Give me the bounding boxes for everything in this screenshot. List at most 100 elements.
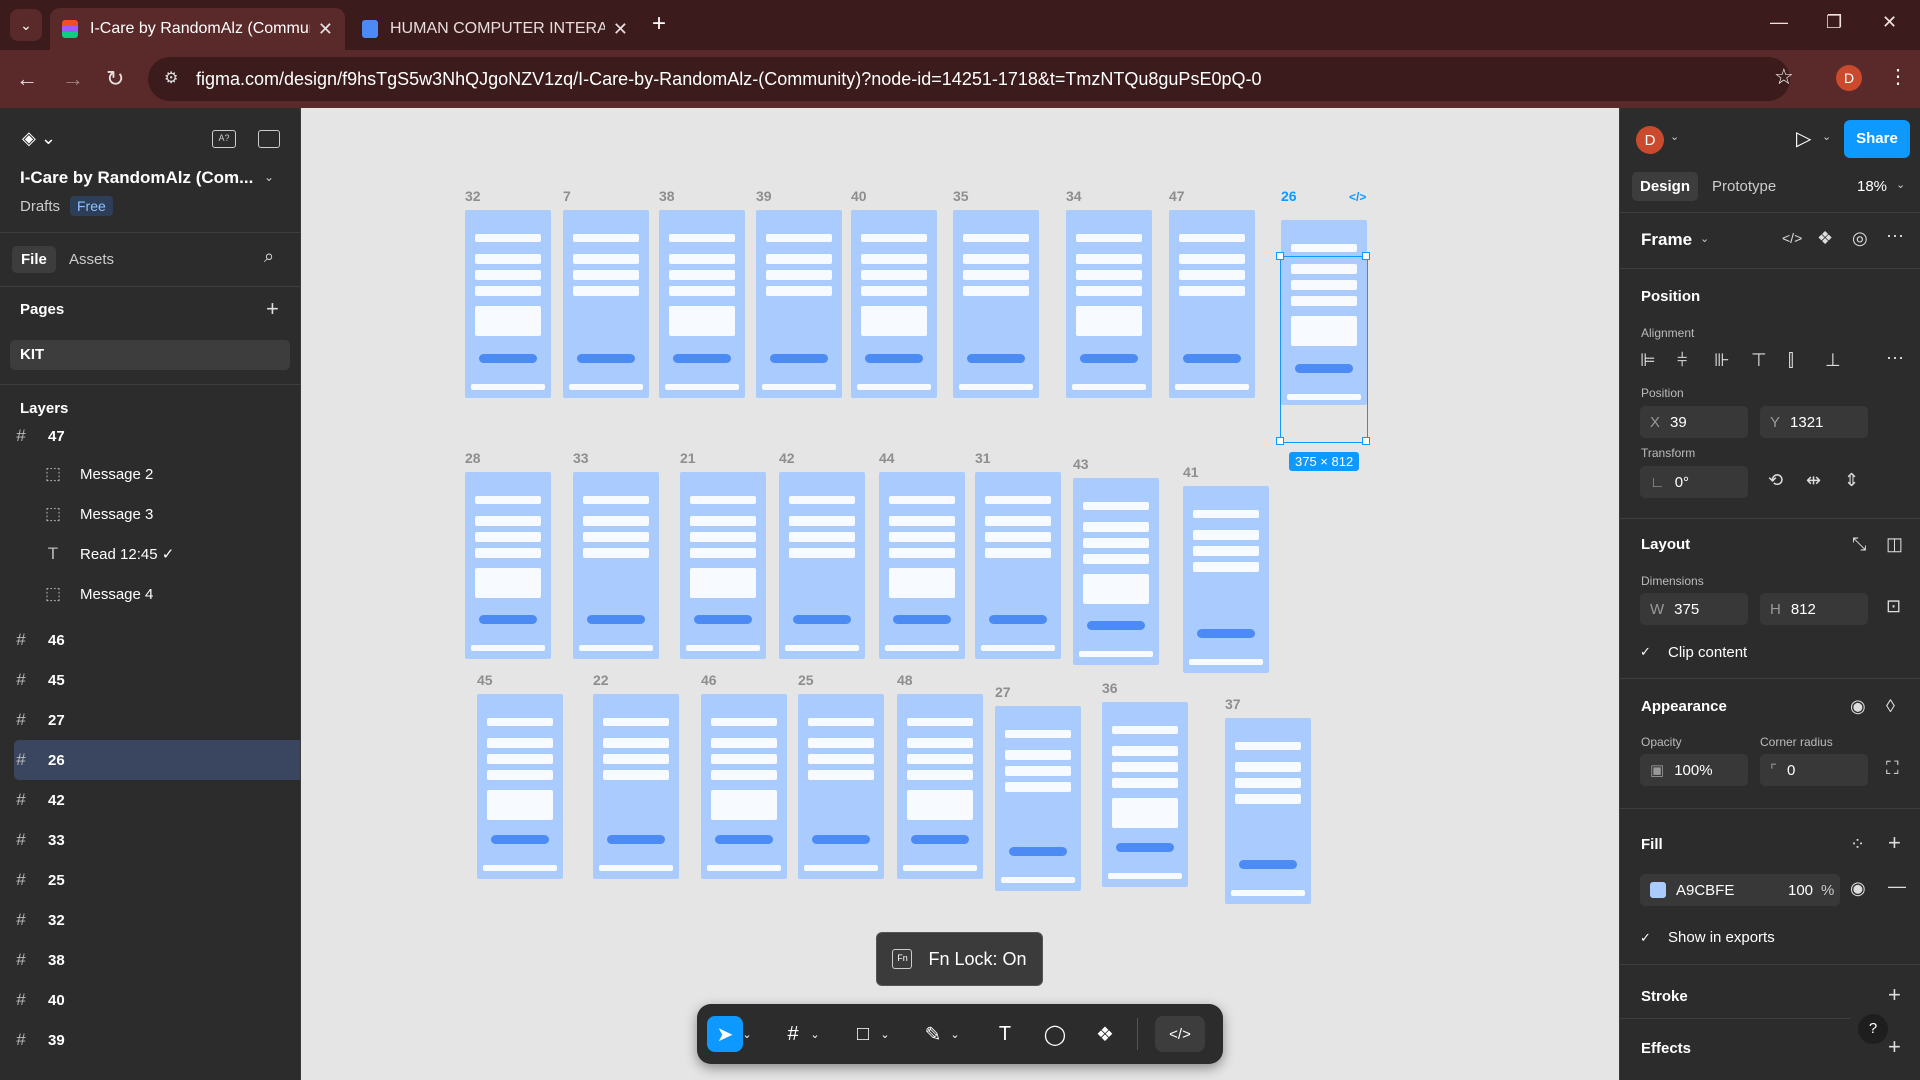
frame-label[interactable]: 42 — [779, 450, 795, 466]
sidebar-toggle-icon[interactable] — [258, 130, 280, 148]
present-chevron-icon[interactable]: ⌄ — [1822, 130, 1831, 143]
align-bottom-icon[interactable]: ⊥ — [1825, 350, 1841, 371]
flip-horizontal-icon[interactable]: ⇹ — [1806, 470, 1821, 491]
actions-tool-icon[interactable]: ❖ — [1087, 1016, 1123, 1052]
frame-label[interactable]: 48 — [897, 672, 913, 688]
page-item-kit[interactable]: KIT — [10, 340, 290, 370]
resize-to-fit-icon[interactable]: ⤡ — [1852, 534, 1866, 555]
screen-frame[interactable] — [701, 694, 787, 879]
screen-frame[interactable] — [477, 694, 563, 879]
screen-frame[interactable] — [573, 472, 659, 659]
move-tool-icon[interactable]: ➤ — [707, 1016, 743, 1052]
drafts-label[interactable]: Drafts — [20, 198, 60, 215]
browser-menu-icon[interactable]: ⋮ — [1888, 64, 1908, 89]
forward-icon[interactable]: → — [62, 66, 84, 92]
zoom-chevron-icon[interactable]: ⌄ — [1896, 178, 1905, 191]
frame-label[interactable]: 28 — [465, 450, 481, 466]
screen-frame[interactable] — [659, 210, 745, 398]
frame-label[interactable]: 46 — [701, 672, 717, 688]
file-menu-chevron-icon[interactable]: ⌄ — [264, 170, 274, 184]
screen-frame[interactable] — [1102, 702, 1188, 887]
file-title[interactable]: I-Care by RandomAlz (Com... — [20, 168, 253, 188]
address-bar[interactable]: ⚙ figma.com/design/f9hsTgS5w3NhQJgoNZV1z… — [148, 57, 1790, 101]
help-button[interactable]: ? — [1858, 1014, 1888, 1044]
screen-frame[interactable] — [1225, 718, 1311, 904]
frame-label[interactable]: 31 — [975, 450, 991, 466]
shape-tool-chevron-icon[interactable]: ⌄ — [877, 1016, 893, 1052]
visibility-eye-icon[interactable]: ◉ — [1850, 696, 1866, 717]
resize-handle[interactable] — [1276, 252, 1284, 260]
constrain-proportions-icon[interactable]: ⊡ — [1886, 596, 1901, 617]
close-window-icon[interactable]: ✕ — [1882, 12, 1897, 33]
screen-frame[interactable] — [563, 210, 649, 398]
screen-frame[interactable] — [756, 210, 842, 398]
height-field[interactable]: H 812 — [1760, 593, 1868, 625]
show-in-exports-checkbox[interactable]: ✓ — [1640, 930, 1651, 946]
independent-corners-icon[interactable]: ⛶ — [1886, 758, 1899, 779]
fill-row[interactable]: A9CBFE 100 % — [1640, 874, 1840, 906]
text-tool-icon[interactable]: T — [987, 1016, 1023, 1052]
screen-frame[interactable] — [593, 694, 679, 879]
frame-label[interactable]: 7 — [563, 188, 571, 204]
frame-label[interactable]: 21 — [680, 450, 696, 466]
layer-item[interactable]: #39 — [0, 1020, 300, 1060]
rotate-90-icon[interactable]: ⟲ — [1768, 470, 1783, 491]
rotation-field[interactable]: ∟ 0° — [1640, 466, 1748, 498]
site-info-icon[interactable]: ⚙ — [164, 57, 178, 101]
frame-code-icon[interactable]: </> — [1349, 190, 1366, 204]
screen-frame[interactable] — [1169, 210, 1255, 398]
tab-list-button[interactable]: ⌄ — [10, 9, 42, 41]
frame-label[interactable]: 43 — [1073, 456, 1089, 472]
layer-item[interactable]: ⬚ Message 4 — [0, 574, 300, 614]
rectangle-tool-icon[interactable]: □ — [845, 1016, 881, 1052]
screen-frame[interactable] — [1183, 486, 1269, 673]
align-center-h-icon[interactable]: ⫩ — [1677, 350, 1687, 371]
tab-prototype[interactable]: Prototype — [1712, 178, 1776, 195]
screen-frame[interactable] — [897, 694, 983, 879]
tab-file[interactable]: File — [12, 246, 56, 273]
screen-frame[interactable] — [779, 472, 865, 659]
screen-frame[interactable] — [879, 472, 965, 659]
layer-item[interactable]: ⬚ Message 2 — [0, 454, 300, 494]
frame-label[interactable]: 35 — [953, 188, 969, 204]
layer-item[interactable]: #38 — [0, 940, 300, 980]
add-page-icon[interactable]: + — [266, 296, 279, 322]
pen-tool-chevron-icon[interactable]: ⌄ — [947, 1016, 963, 1052]
opacity-field[interactable]: ▣ 100% — [1640, 754, 1748, 786]
clip-content-checkbox[interactable]: ✓ — [1640, 644, 1656, 660]
screen-frame[interactable] — [953, 210, 1039, 398]
resize-handle[interactable] — [1362, 252, 1370, 260]
frame-label[interactable]: 44 — [879, 450, 895, 466]
new-tab-button[interactable]: + — [652, 10, 666, 38]
close-tab-icon[interactable]: ✕ — [613, 19, 628, 40]
layer-item[interactable]: ⬚ Message 3 — [0, 494, 300, 534]
corner-radius-field[interactable]: ⌜ 0 — [1760, 754, 1868, 786]
ui3-toggle-icon[interactable]: A? — [212, 130, 236, 148]
restore-icon[interactable]: ❐ — [1826, 12, 1842, 33]
frame-label[interactable]: 34 — [1066, 188, 1082, 204]
align-top-icon[interactable]: ⊤ — [1751, 350, 1767, 371]
mask-icon[interactable]: ◎ — [1852, 228, 1868, 249]
user-menu-chevron-icon[interactable]: ⌄ — [1670, 130, 1679, 143]
tab-docs[interactable]: HUMAN COMPUTER INTERACTION ✕ — [350, 8, 640, 50]
resize-handle[interactable] — [1362, 437, 1370, 445]
layer-item[interactable]: T Read 12:45 ✓ — [0, 534, 300, 574]
screen-frame[interactable] — [851, 210, 937, 398]
width-field[interactable]: W 375 — [1640, 593, 1748, 625]
comment-tool-icon[interactable]: ◯ — [1037, 1016, 1073, 1052]
screen-frame[interactable] — [465, 472, 551, 659]
minimize-icon[interactable]: — — [1770, 12, 1788, 33]
screen-frame[interactable] — [465, 210, 551, 398]
search-icon[interactable]: ⌕ — [264, 246, 274, 267]
frame-tool-icon[interactable]: # — [775, 1016, 811, 1052]
y-field[interactable]: Y 1321 — [1760, 406, 1868, 438]
more-icon[interactable]: ⋯ — [1886, 226, 1904, 247]
layer-item[interactable]: #33 — [0, 820, 300, 860]
tab-assets[interactable]: Assets — [69, 251, 114, 268]
frame-label[interactable]: 22 — [593, 672, 609, 688]
frame-label[interactable]: 38 — [659, 188, 675, 204]
layer-item[interactable]: #47 — [0, 416, 300, 456]
screen-frame[interactable] — [1073, 478, 1159, 665]
zoom-level[interactable]: 18% — [1857, 178, 1887, 195]
frame-label[interactable]: 37 — [1225, 696, 1241, 712]
